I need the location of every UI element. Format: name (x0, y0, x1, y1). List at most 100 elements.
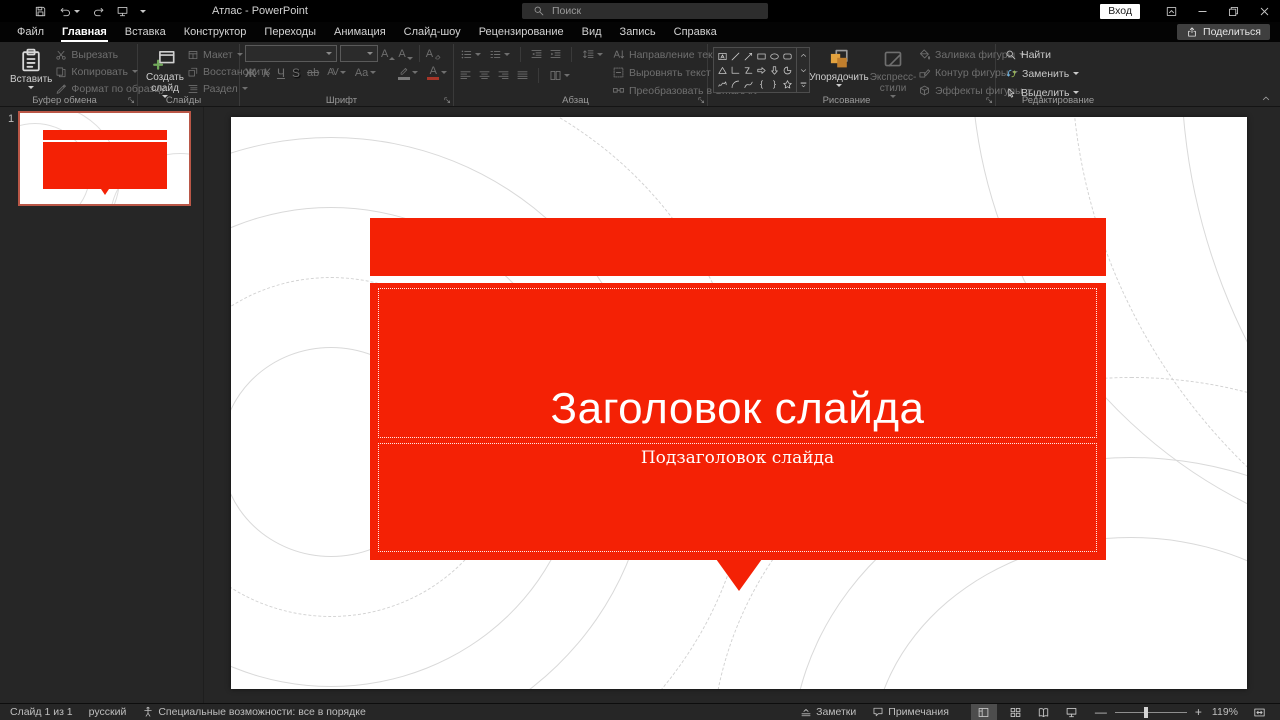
tab-transitions[interactable]: Переходы (255, 22, 325, 42)
view-reading-button[interactable] (1031, 704, 1057, 720)
tab-slideshow[interactable]: Слайд-шоу (395, 22, 470, 42)
bold-button[interactable]: Ж (245, 66, 256, 80)
grow-font-button[interactable]: А (381, 48, 395, 60)
tab-design[interactable]: Конструктор (175, 22, 256, 42)
arrange-button[interactable]: Упорядочить (810, 45, 868, 89)
new-slide-button[interactable]: Создать слайд (143, 45, 187, 100)
rectangle-shape-icon[interactable] (755, 49, 768, 63)
font-dialog-launcher-icon[interactable] (443, 96, 452, 105)
italic-button[interactable]: К (263, 66, 270, 80)
redo-icon[interactable] (92, 5, 105, 18)
clear-formatting-button[interactable]: А (426, 48, 443, 60)
curve-shape-icon[interactable] (742, 77, 755, 91)
decrease-indent-icon[interactable] (530, 48, 543, 61)
font-color-button[interactable]: А (426, 65, 448, 81)
arrow-right-shape-icon[interactable] (755, 63, 768, 77)
subtitle-placeholder[interactable]: Подзаголовок слайда (378, 443, 1097, 552)
gallery-up-icon[interactable] (797, 48, 809, 63)
arrow-down-shape-icon[interactable] (768, 63, 781, 77)
comments-toggle[interactable]: Примечания (864, 704, 957, 720)
undo-button[interactable] (58, 4, 81, 19)
tab-home[interactable]: Главная (53, 22, 116, 42)
tab-insert[interactable]: Вставка (116, 22, 175, 42)
align-center-icon[interactable] (478, 69, 491, 82)
font-name-combo[interactable] (245, 45, 337, 62)
elbow-connector-shape-icon[interactable] (729, 63, 742, 77)
drawing-dialog-launcher-icon[interactable] (985, 96, 994, 105)
textbox-shape-icon[interactable] (716, 49, 729, 63)
minimize-button[interactable] (1187, 0, 1218, 22)
paragraph-dialog-launcher-icon[interactable] (697, 96, 706, 105)
accessibility-checker[interactable]: Специальные возможности: все в порядке (134, 704, 373, 720)
save-icon[interactable] (34, 5, 47, 18)
ribbon-display-options-button[interactable] (1156, 0, 1187, 22)
triangle-shape-icon[interactable] (716, 63, 729, 77)
zoom-out-button[interactable]: — (1093, 705, 1109, 719)
line-arrow-shape-icon[interactable] (742, 49, 755, 63)
tab-file[interactable]: Файл (8, 22, 53, 42)
notes-toggle[interactable]: Заметки (792, 704, 864, 720)
replace-button[interactable]: Заменить (1005, 66, 1079, 81)
view-sorter-button[interactable] (1003, 704, 1029, 720)
tab-review[interactable]: Рецензирование (470, 22, 573, 42)
customize-qat-icon[interactable] (140, 10, 146, 13)
paste-button[interactable]: Вставить (7, 45, 55, 91)
language-indicator[interactable]: русский (81, 704, 135, 720)
quick-styles-button[interactable]: Экспресс-стили (868, 45, 918, 100)
share-button[interactable]: Поделиться (1177, 24, 1270, 40)
underline-button[interactable]: Ч (277, 66, 285, 80)
oval-shape-icon[interactable] (768, 49, 781, 63)
arc-shape-icon[interactable] (729, 77, 742, 91)
tab-help[interactable]: Справка (665, 22, 726, 42)
strikethrough-button[interactable]: ab (307, 66, 319, 80)
star-shape-icon[interactable] (781, 77, 794, 91)
line-shape-icon[interactable] (729, 49, 742, 63)
zoom-in-button[interactable]: + (1193, 705, 1204, 719)
title-placeholder[interactable]: Заголовок слайда (378, 288, 1097, 438)
slide-counter[interactable]: Слайд 1 из 1 (8, 704, 81, 720)
signin-button[interactable]: Вход (1100, 4, 1140, 19)
font-size-combo[interactable] (340, 45, 378, 62)
gallery-down-icon[interactable] (797, 63, 809, 78)
freeform-shape-icon[interactable] (742, 63, 755, 77)
align-left-icon[interactable] (459, 69, 472, 82)
shrink-font-button[interactable]: А (398, 48, 412, 60)
scribble-shape-icon[interactable] (716, 77, 729, 91)
restore-button[interactable] (1218, 0, 1249, 22)
slide-title-bar-shape[interactable] (370, 218, 1106, 276)
numbering-button[interactable] (488, 47, 511, 62)
view-normal-button[interactable] (971, 704, 997, 720)
zoom-slider-handle[interactable] (1144, 707, 1148, 718)
zoom-level[interactable]: 119% (1204, 706, 1246, 718)
text-shadow-button[interactable]: S (292, 66, 300, 80)
find-button[interactable]: Найти (1005, 47, 1079, 62)
bullets-button[interactable] (459, 47, 482, 62)
zoom-slider[interactable] (1115, 712, 1187, 713)
left-brace-shape-icon[interactable] (755, 77, 768, 91)
fit-to-window-button[interactable] (1246, 704, 1272, 720)
tab-record[interactable]: Запись (611, 22, 665, 42)
start-slideshow-icon[interactable] (116, 5, 129, 18)
increase-indent-icon[interactable] (549, 48, 562, 61)
slide-thumbnail[interactable] (18, 111, 191, 206)
highlight-button[interactable] (397, 64, 419, 81)
slide-body-shape[interactable]: Заголовок слайда Подзаголовок слайда (370, 283, 1106, 560)
clipboard-dialog-launcher-icon[interactable] (127, 96, 136, 105)
align-justify-icon[interactable] (516, 69, 529, 82)
slide-editor[interactable]: Заголовок слайда Подзаголовок слайда (231, 117, 1247, 689)
collapse-ribbon-icon[interactable] (1260, 92, 1272, 104)
right-brace-shape-icon[interactable] (768, 77, 781, 91)
character-spacing-button[interactable]: AV (326, 65, 347, 81)
search-box[interactable]: Поиск (522, 3, 768, 19)
columns-button[interactable] (548, 68, 571, 83)
align-right-icon[interactable] (497, 69, 510, 82)
tab-animations[interactable]: Анимация (325, 22, 395, 42)
line-spacing-button[interactable] (581, 47, 604, 62)
tab-view[interactable]: Вид (573, 22, 611, 42)
close-button[interactable] (1249, 0, 1280, 22)
slide-pointer-shape[interactable] (716, 559, 762, 591)
view-slideshow-button[interactable] (1059, 704, 1085, 720)
pie-shape-icon[interactable] (781, 63, 794, 77)
gallery-more-icon[interactable] (797, 77, 809, 92)
change-case-button[interactable]: Aa (354, 65, 377, 81)
